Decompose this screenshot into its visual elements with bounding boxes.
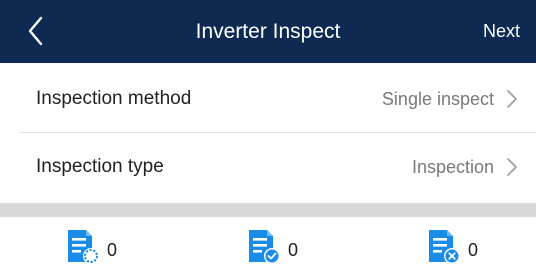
failed-count: 0 [468, 240, 479, 260]
pending-count: 0 [107, 240, 118, 260]
chevron-right-icon [507, 158, 517, 176]
inspection-method-row[interactable]: Inspection method Single inspect [0, 66, 536, 132]
back-button[interactable] [22, 14, 52, 48]
document-pending-icon [68, 230, 99, 264]
app-header: Inverter Inspect Next [0, 0, 536, 63]
inspection-method-label: Inspection method [36, 88, 192, 109]
chevron-right-icon [507, 90, 517, 108]
document-check-icon [249, 230, 280, 264]
inspection-method-value: Single inspect [381, 89, 494, 109]
row-divider [20, 132, 536, 133]
section-separator [0, 203, 536, 217]
inspection-type-row[interactable]: Inspection type Inspection [0, 134, 536, 200]
chevron-left-icon [28, 16, 43, 46]
inspection-type-value: Inspection [411, 157, 494, 177]
passed-count: 0 [288, 240, 299, 260]
document-error-icon [429, 230, 460, 264]
next-button[interactable]: Next [483, 0, 520, 63]
page-title: Inverter Inspect [195, 20, 341, 43]
inspection-type-label: Inspection type [36, 156, 164, 177]
